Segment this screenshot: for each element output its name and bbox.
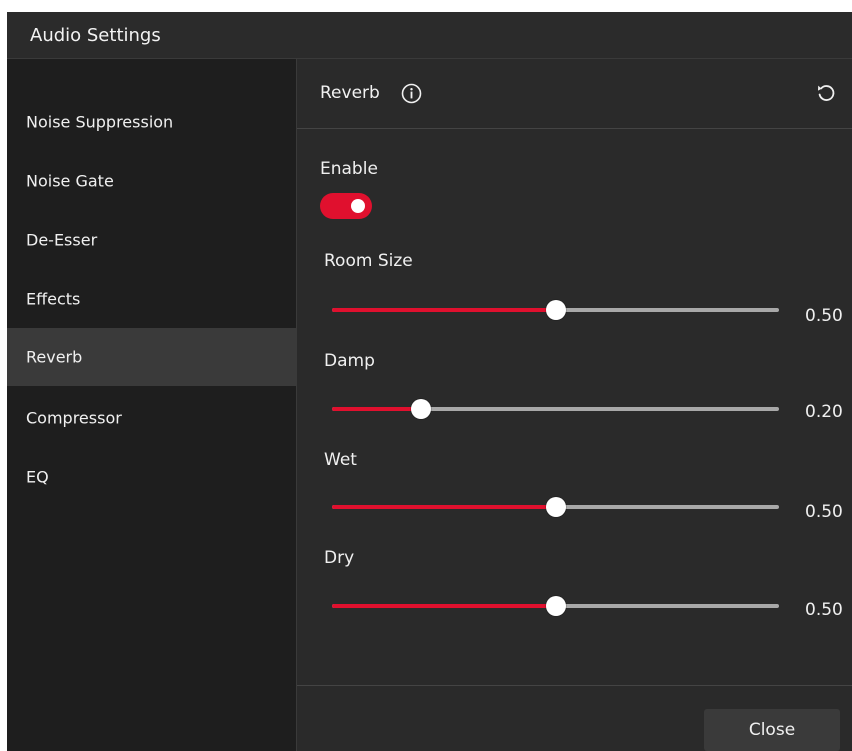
damp-label: Damp xyxy=(324,351,375,371)
sidebar-item-compressor[interactable]: Compressor xyxy=(7,389,296,447)
dry-label: Dry xyxy=(324,548,355,568)
enable-toggle[interactable] xyxy=(320,193,372,219)
sidebar-item-label: Noise Gate xyxy=(26,171,114,191)
sidebar-item-label: Effects xyxy=(26,289,81,309)
sidebar-item-de-esser[interactable]: De-Esser xyxy=(7,211,296,269)
damp-slider[interactable] xyxy=(332,399,779,419)
sidebar-item-label: Compressor xyxy=(26,408,122,428)
sidebar-item-reverb[interactable]: Reverb xyxy=(7,328,296,386)
window-title: Audio Settings xyxy=(30,25,161,46)
slider-fill xyxy=(332,505,556,509)
title-bar: Audio Settings xyxy=(7,12,852,59)
reverb-panel: Reverb Enable Room Size 0.50 Damp 0.20 W… xyxy=(297,59,852,751)
slider-thumb[interactable] xyxy=(545,300,566,320)
sidebar-item-effects[interactable]: Effects xyxy=(7,270,296,328)
slider-thumb[interactable] xyxy=(545,596,566,616)
wet-label: Wet xyxy=(324,450,357,470)
slider-thumb[interactable] xyxy=(545,497,566,517)
slider-fill xyxy=(332,407,422,411)
enable-label: Enable xyxy=(320,159,378,179)
audio-settings-window: Audio Settings Noise Suppression Noise G… xyxy=(7,12,852,751)
section-title: Reverb xyxy=(320,83,380,103)
sidebar-item-label: Noise Suppression xyxy=(26,112,174,132)
sidebar-item-noise-suppression[interactable]: Noise Suppression xyxy=(7,93,296,151)
toggle-knob xyxy=(351,199,365,213)
dry-slider[interactable] xyxy=(332,596,779,616)
sidebar-item-eq[interactable]: EQ xyxy=(7,448,296,506)
slider-fill xyxy=(332,604,556,608)
damp-value: 0.20 xyxy=(805,402,843,422)
room-size-slider[interactable] xyxy=(332,300,779,320)
slider-thumb[interactable] xyxy=(411,399,432,419)
reset-icon[interactable] xyxy=(815,82,837,104)
sidebar-item-label: De-Esser xyxy=(26,230,98,250)
room-size-value: 0.50 xyxy=(805,306,843,326)
panel-header: Reverb xyxy=(297,59,852,129)
wet-slider[interactable] xyxy=(332,497,779,517)
slider-fill xyxy=(332,308,556,312)
info-circle-icon[interactable] xyxy=(401,83,422,104)
room-size-label: Room Size xyxy=(324,251,413,271)
close-button[interactable]: Close xyxy=(704,709,840,751)
sidebar-item-label: Reverb xyxy=(26,347,83,367)
panel-footer: Close xyxy=(297,685,852,751)
dry-value: 0.50 xyxy=(805,600,843,620)
sidebar: Noise Suppression Noise Gate De-Esser Ef… xyxy=(7,59,297,751)
sidebar-item-label: EQ xyxy=(26,467,49,487)
wet-value: 0.50 xyxy=(805,502,843,522)
sidebar-item-noise-gate[interactable]: Noise Gate xyxy=(7,152,296,210)
